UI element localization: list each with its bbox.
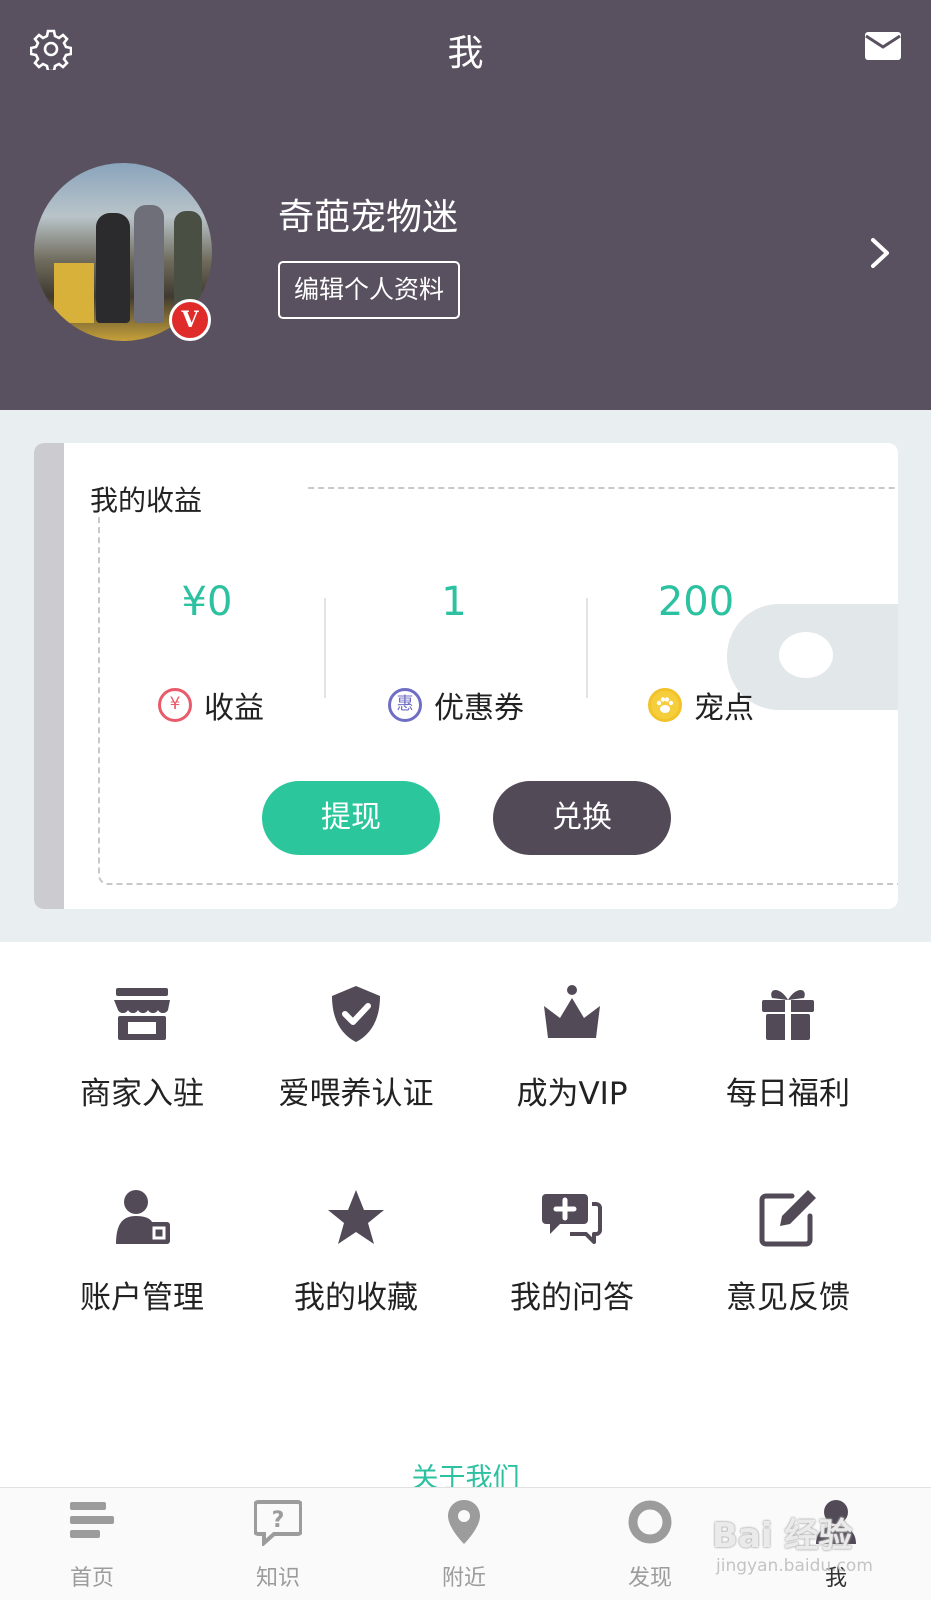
menu-item-label: 成为VIP [516, 1076, 628, 1112]
page-title: 我 [447, 33, 484, 74]
watermark-brand: Bai 经验 [712, 1516, 853, 1556]
coupon-label-text: 优惠券 [434, 691, 524, 726]
coupon-coin-icon: 惠 [388, 688, 422, 722]
points-label-text: 宠点 [694, 691, 754, 726]
svg-text:?: ? [272, 1508, 285, 1533]
nav-tab-home[interactable]: 首页 [22, 1488, 162, 1600]
coupon-value[interactable]: 1 [364, 579, 544, 625]
earnings-label[interactable]: ¥ 收益 [158, 683, 264, 727]
menu-item-label: 每日福利 [726, 1076, 850, 1112]
profile-header: 我 V 奇葩宠物迷 编辑个人资料 [0, 0, 931, 410]
withdraw-button[interactable]: 提现 [262, 781, 440, 855]
watermark-url: jingyan.baidu.com [716, 1556, 873, 1576]
chat-plus-icon [542, 1194, 602, 1244]
stat-divider [324, 598, 326, 698]
menu-item-daily-bonus[interactable]: 每日福利 [688, 984, 888, 1144]
question-chat-icon: ? [254, 1500, 302, 1546]
avatar-photo-detail [134, 205, 164, 323]
card-edge-strip [34, 443, 64, 909]
menu-item-feedback[interactable]: 意见反馈 [688, 1188, 888, 1348]
avatar-photo-detail [96, 213, 130, 323]
nav-tab-nearby[interactable]: 附近 [394, 1488, 534, 1600]
edit-icon [759, 1190, 816, 1247]
menu-item-merchant[interactable]: 商家入驻 [42, 984, 242, 1144]
vip-badge: V [169, 299, 211, 341]
edit-profile-button[interactable]: 编辑个人资料 [278, 261, 460, 319]
paw-print-glyph [656, 697, 674, 713]
earnings-label-text: 收益 [204, 691, 264, 726]
menu-item-favorites[interactable]: 我的收藏 [256, 1188, 456, 1348]
stat-divider [586, 598, 588, 698]
menu-item-label: 我的收藏 [294, 1280, 418, 1316]
user-card-icon [116, 1190, 170, 1244]
points-label[interactable]: 宠点 [648, 683, 754, 727]
menu-item-qa[interactable]: 我的问答 [472, 1188, 672, 1348]
earnings-title: 我的收益 [90, 484, 203, 517]
coupon-label[interactable]: 惠 优惠券 [388, 683, 524, 727]
store-icon [114, 988, 170, 1040]
nav-tab-discover[interactable]: 发现 [580, 1488, 720, 1600]
menu-item-label: 商家入驻 [80, 1076, 204, 1112]
discover-ring-icon [628, 1500, 672, 1544]
yen-coin-icon: ¥ [158, 688, 192, 722]
wallet-clasp-hole [779, 632, 833, 678]
nav-tab-label: 发现 [627, 1566, 672, 1591]
menu-item-vip[interactable]: 成为VIP [472, 984, 672, 1144]
menu-item-label: 意见反馈 [726, 1280, 850, 1316]
earnings-card: 我的收益 ¥0 1 200 ¥ 收益 惠 优惠券 宠点 提现 兑换 [34, 443, 898, 909]
username: 奇葩宠物迷 [278, 197, 459, 238]
menu-item-account[interactable]: 账户管理 [42, 1188, 242, 1348]
shield-check-icon [332, 986, 380, 1042]
home-list-icon [70, 1502, 114, 1538]
nav-tab-label: 附近 [441, 1566, 486, 1591]
points-value[interactable]: 200 [606, 579, 786, 625]
nav-tab-knowledge[interactable]: ? 知识 [208, 1488, 348, 1600]
avatar-photo-detail [54, 263, 94, 323]
mail-icon[interactable] [865, 30, 901, 62]
menu-item-label: 爱喂养认证 [278, 1076, 434, 1112]
star-icon [328, 1190, 384, 1244]
crown-icon [544, 985, 600, 1038]
paw-coin-icon [648, 688, 682, 722]
chevron-right-icon[interactable] [869, 236, 893, 270]
menu-item-label: 账户管理 [80, 1280, 204, 1316]
location-pin-icon [448, 1500, 480, 1544]
nav-tab-label: 首页 [69, 1566, 114, 1591]
earnings-value[interactable]: ¥0 [117, 579, 297, 625]
menu-item-certification[interactable]: 爱喂养认证 [256, 984, 456, 1144]
exchange-button[interactable]: 兑换 [493, 781, 671, 855]
nav-tab-label: 知识 [255, 1566, 300, 1591]
gift-icon [762, 990, 814, 1040]
menu-item-label: 我的问答 [510, 1280, 634, 1316]
